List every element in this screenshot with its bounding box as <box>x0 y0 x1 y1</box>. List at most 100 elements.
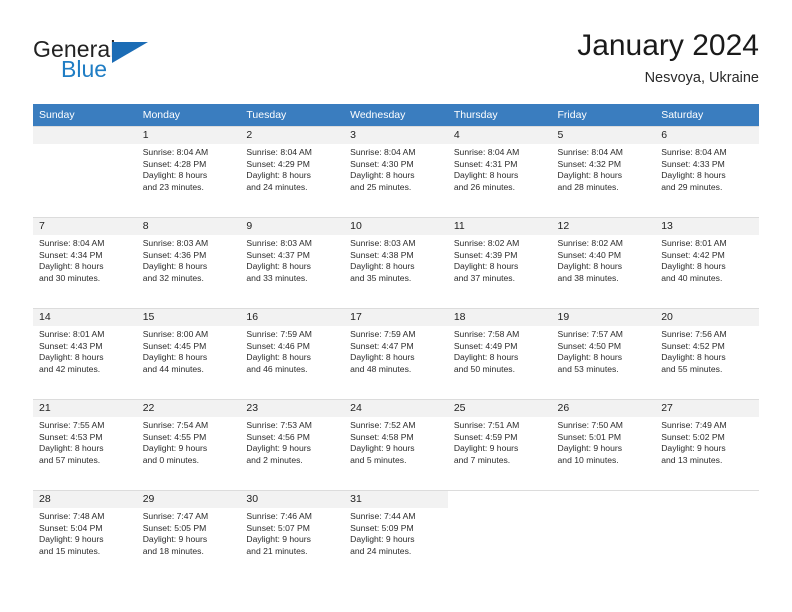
daylight-text-line1: Daylight: 8 hours <box>142 352 208 363</box>
day-cell[interactable]: 9 Sunrise: 8:03 AM Sunset: 4:37 PM Daylight… <box>240 218 345 308</box>
day-details: Sunrise: 8:04 AM Sunset: 4:33 PM Daylight:… <box>655 144 759 193</box>
sunrise-text: Sunrise: 7:47 AM <box>142 511 209 521</box>
calendar-page: General Blue January 2024 Nesvoya, Ukrai… <box>0 0 792 612</box>
day-cell[interactable]: 15 Sunrise: 8:00 AM Sunset: 4:45 PM Dayligh… <box>136 309 241 399</box>
day-number: 27 <box>655 400 759 417</box>
day-cell[interactable]: 21 Sunrise: 7:55 AM Sunset: 4:53 PM Dayligh… <box>33 400 137 490</box>
day-number: 23 <box>240 400 345 417</box>
day-details: Sunrise: 7:59 AM Sunset: 4:47 PM Daylight:… <box>344 326 448 375</box>
day-number: 12 <box>551 218 656 235</box>
day-cell[interactable]: 18 Sunrise: 7:58 AM Sunset: 4:49 PM Dayligh… <box>447 309 552 399</box>
day-details: Sunrise: 7:53 AM Sunset: 4:56 PM Daylight:… <box>240 417 344 466</box>
calendar-cell-day: 21 Sunrise: 7:55 AM Sunset: 4:53 PM Dayligh… <box>33 399 137 491</box>
sunrise-text: Sunrise: 7:57 AM <box>557 329 623 339</box>
calendar-cell-day: 31 Sunrise: 7:44 AM Sunset: 5:09 PM Dayligh… <box>344 490 448 581</box>
general-blue-logo[interactable]: General Blue <box>33 36 193 86</box>
day-details: Sunrise: 7:44 AM Sunset: 5:09 PM Daylight:… <box>344 508 448 557</box>
day-cell[interactable]: 26 Sunrise: 7:50 AM Sunset: 5:01 PM Dayligh… <box>551 400 656 490</box>
page-subtitle: Nesvoya, Ukraine <box>644 70 759 86</box>
day-cell[interactable]: 23 Sunrise: 7:53 AM Sunset: 4:56 PM Dayligh… <box>240 400 345 490</box>
sunset-text: Sunset: 4:53 PM <box>39 431 103 442</box>
sunset-text: Sunset: 4:58 PM <box>350 431 414 442</box>
day-number: 18 <box>447 309 552 326</box>
sunset-text: Sunset: 4:31 PM <box>453 158 518 169</box>
daylight-text-line2: and 2 minutes. <box>246 454 303 465</box>
day-number: 19 <box>551 309 656 326</box>
daylight-text-line1: Daylight: 8 hours <box>661 261 726 272</box>
day-cell[interactable]: 24 Sunrise: 7:52 AM Sunset: 4:58 PM Dayligh… <box>344 400 448 490</box>
day-cell[interactable]: 14 Sunrise: 8:01 AM Sunset: 4:43 PM Dayligh… <box>33 309 137 399</box>
day-cell[interactable]: 29 Sunrise: 7:47 AM Sunset: 5:05 PM Dayligh… <box>136 491 241 581</box>
calendar-cell-day: 25 Sunrise: 7:51 AM Sunset: 4:59 PM Dayligh… <box>447 399 552 491</box>
calendar-cell-empty <box>33 126 137 218</box>
daylight-text-line1: Daylight: 8 hours <box>39 443 104 454</box>
calendar-cell-blank <box>551 490 656 581</box>
day-details: Sunrise: 7:46 AM Sunset: 5:07 PM Daylight:… <box>240 508 344 557</box>
day-cell[interactable]: 17 Sunrise: 7:59 AM Sunset: 4:47 PM Dayligh… <box>344 309 448 399</box>
sunrise-text: Sunrise: 7:48 AM <box>39 511 105 521</box>
daylight-text-line2: and 5 minutes. <box>350 454 407 465</box>
weekday-header-friday: Friday <box>551 104 656 127</box>
day-number: 28 <box>33 491 137 508</box>
day-cell[interactable]: 10 Sunrise: 8:03 AM Sunset: 4:38 PM Dayligh… <box>344 218 448 308</box>
day-cell[interactable]: 20 Sunrise: 7:56 AM Sunset: 4:52 PM Dayligh… <box>655 309 759 399</box>
calendar-cell-day: 17 Sunrise: 7:59 AM Sunset: 4:47 PM Dayligh… <box>344 308 448 400</box>
sunset-text: Sunset: 4:34 PM <box>39 249 103 260</box>
day-cell[interactable]: 8 Sunrise: 8:03 AM Sunset: 4:36 PM Daylight… <box>136 218 241 308</box>
day-cell[interactable]: 6 Sunrise: 8:04 AM Sunset: 4:33 PM Daylight… <box>655 127 759 217</box>
day-number: 10 <box>344 218 448 235</box>
calendar-cell-day: 13 Sunrise: 8:01 AM Sunset: 4:42 PM Dayligh… <box>655 217 759 309</box>
day-cell[interactable]: 11 Sunrise: 8:02 AM Sunset: 4:39 PM Dayligh… <box>447 218 552 308</box>
weekday-header-wednesday: Wednesday <box>344 104 448 127</box>
daylight-text-line2: and 48 minutes. <box>350 363 412 374</box>
daylight-text-line1: Daylight: 8 hours <box>246 352 311 363</box>
day-details: Sunrise: 8:02 AM Sunset: 4:40 PM Daylight:… <box>552 235 656 284</box>
daylight-text-line2: and 30 minutes. <box>39 272 101 283</box>
day-cell[interactable]: 3 Sunrise: 8:04 AM Sunset: 4:30 PM Daylight… <box>344 127 448 217</box>
daylight-text-line1: Daylight: 8 hours <box>453 261 519 272</box>
sunset-text: Sunset: 4:52 PM <box>661 340 725 351</box>
calendar-cell-day: 27 Sunrise: 7:49 AM Sunset: 5:02 PM Dayligh… <box>655 399 759 491</box>
day-cell[interactable]: 16 Sunrise: 7:59 AM Sunset: 4:46 PM Dayligh… <box>240 309 345 399</box>
daylight-text-line2: and 40 minutes. <box>661 272 723 283</box>
sunset-text: Sunset: 4:28 PM <box>142 158 207 169</box>
day-cell[interactable]: 22 Sunrise: 7:54 AM Sunset: 4:55 PM Dayligh… <box>136 400 241 490</box>
day-details: Sunrise: 8:01 AM Sunset: 4:43 PM Daylight:… <box>33 326 137 375</box>
sunrise-text: Sunrise: 8:04 AM <box>39 238 105 248</box>
daylight-text-line1: Daylight: 9 hours <box>142 443 208 454</box>
weekday-header-saturday: Saturday <box>655 104 759 127</box>
day-cell[interactable]: 28 Sunrise: 7:48 AM Sunset: 5:04 PM Dayligh… <box>33 491 137 581</box>
sunrise-text: Sunrise: 8:03 AM <box>350 238 416 248</box>
daylight-text-line2: and 55 minutes. <box>661 363 723 374</box>
day-cell[interactable]: 25 Sunrise: 7:51 AM Sunset: 4:59 PM Dayligh… <box>447 400 552 490</box>
day-cell[interactable]: 12 Sunrise: 8:02 AM Sunset: 4:40 PM Dayligh… <box>551 218 656 308</box>
page-header: General Blue January 2024 Nesvoya, Ukrai… <box>0 0 792 104</box>
sunset-text: Sunset: 4:36 PM <box>142 249 207 260</box>
day-cell[interactable]: 13 Sunrise: 8:01 AM Sunset: 4:42 PM Dayligh… <box>655 218 759 308</box>
daylight-text-line2: and 7 minutes. <box>453 454 511 465</box>
logo-triangle-icon <box>112 42 148 63</box>
sunrise-text: Sunrise: 7:52 AM <box>350 420 416 430</box>
day-cell[interactable]: 19 Sunrise: 7:57 AM Sunset: 4:50 PM Dayligh… <box>551 309 656 399</box>
sunset-text: Sunset: 4:32 PM <box>557 158 622 169</box>
calendar-cell-day: 15 Sunrise: 8:00 AM Sunset: 4:45 PM Dayligh… <box>136 308 241 400</box>
calendar-cell-day: 10 Sunrise: 8:03 AM Sunset: 4:38 PM Dayligh… <box>344 217 448 309</box>
sunrise-text: Sunrise: 7:51 AM <box>453 420 520 430</box>
daylight-text-line2: and 0 minutes. <box>142 454 200 465</box>
day-cell[interactable]: 7 Sunrise: 8:04 AM Sunset: 4:34 PM Daylight… <box>33 218 137 308</box>
day-number: 14 <box>33 309 137 326</box>
day-cell[interactable]: 27 Sunrise: 7:49 AM Sunset: 5:02 PM Dayligh… <box>655 400 759 490</box>
calendar-cell-day: 1 Sunrise: 8:04 AM Sunset: 4:28 PM Daylight… <box>136 126 241 218</box>
day-cell[interactable]: 1 Sunrise: 8:04 AM Sunset: 4:28 PM Daylight… <box>136 127 241 217</box>
day-number: 2 <box>240 127 345 144</box>
sunrise-text: Sunrise: 8:04 AM <box>142 147 209 157</box>
day-cell[interactable]: 2 Sunrise: 8:04 AM Sunset: 4:29 PM Daylight… <box>240 127 345 217</box>
day-cell[interactable]: 30 Sunrise: 7:46 AM Sunset: 5:07 PM Dayligh… <box>240 491 345 581</box>
calendar-cell-day: 4 Sunrise: 8:04 AM Sunset: 4:31 PM Daylight… <box>447 126 552 218</box>
day-details: Sunrise: 8:02 AM Sunset: 4:39 PM Daylight:… <box>448 235 552 284</box>
day-cell[interactable]: 31 Sunrise: 7:44 AM Sunset: 5:09 PM Dayligh… <box>344 491 448 581</box>
day-details: Sunrise: 8:04 AM Sunset: 4:28 PM Daylight:… <box>137 144 241 193</box>
day-number: 22 <box>136 400 241 417</box>
day-cell[interactable]: 4 Sunrise: 8:04 AM Sunset: 4:31 PM Daylight… <box>447 127 552 217</box>
day-cell[interactable]: 5 Sunrise: 8:04 AM Sunset: 4:32 PM Daylight… <box>551 127 656 217</box>
